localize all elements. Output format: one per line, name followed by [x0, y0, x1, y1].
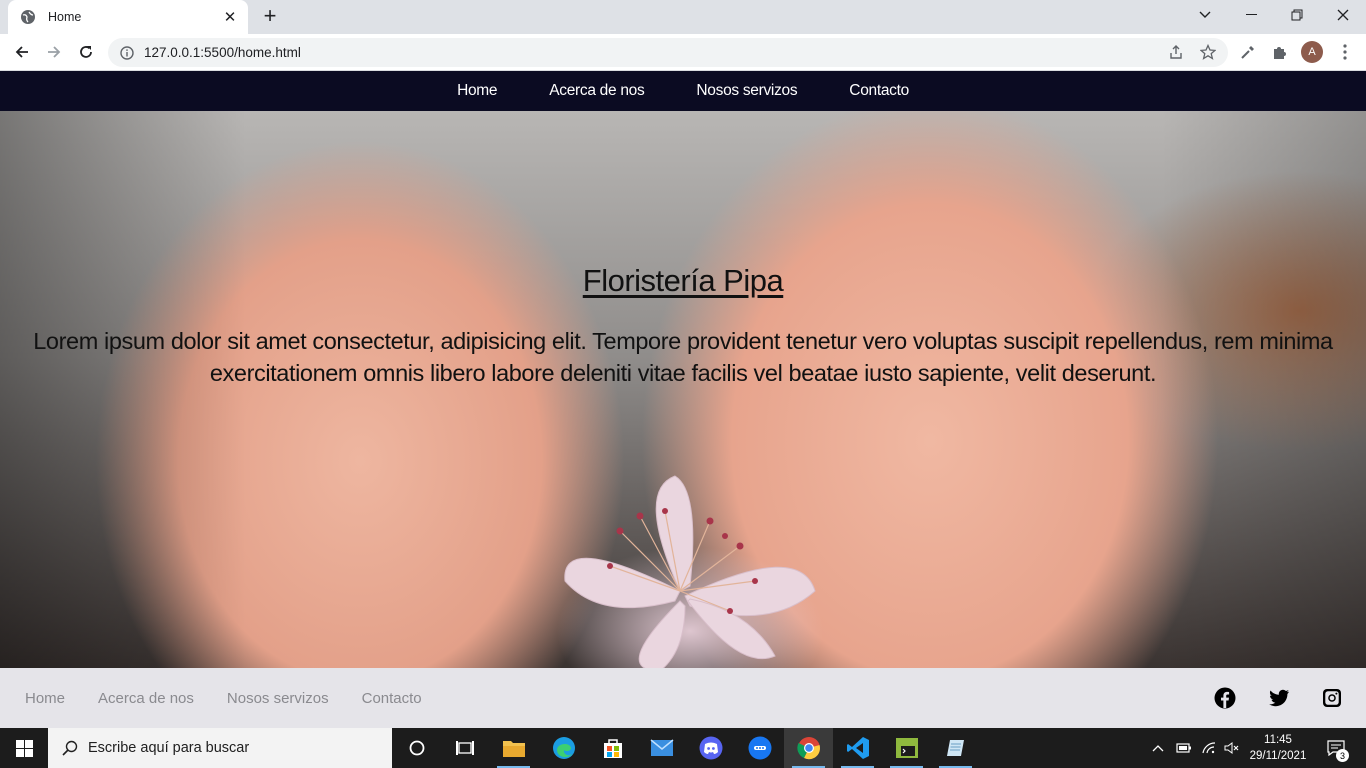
restore-icon	[1291, 9, 1303, 21]
taskbar-clock[interactable]: 11:45 29/11/2021	[1246, 732, 1310, 764]
notification-center-button[interactable]: 3	[1316, 728, 1356, 768]
taskbar-messenger[interactable]	[735, 728, 784, 768]
share-button[interactable]	[1164, 40, 1188, 64]
volume-muted-icon[interactable]	[1224, 742, 1240, 754]
globe-icon	[21, 10, 35, 24]
hero-section: Floristería Pipa Lorem ipsum dolor sit a…	[0, 111, 1366, 668]
nav-link-about[interactable]: Acerca de nos	[549, 82, 644, 100]
task-view-icon	[455, 741, 474, 755]
arrow-right-icon	[48, 46, 61, 58]
browser-toolbar: 127.0.0.1:5500/home.html A	[0, 34, 1366, 71]
reload-icon	[80, 46, 92, 58]
minimize-icon	[1245, 14, 1257, 15]
reload-button[interactable]	[74, 40, 98, 64]
cortana-button[interactable]	[392, 728, 441, 768]
footer-link-home[interactable]: Home	[25, 690, 65, 707]
close-icon	[1337, 9, 1349, 21]
search-icon	[62, 740, 78, 756]
taskbar-store[interactable]	[588, 728, 637, 768]
notification-count-badge: 3	[1336, 749, 1349, 762]
share-icon	[1170, 45, 1182, 59]
instagram-icon[interactable]	[1321, 687, 1343, 709]
taskbar-discord[interactable]	[686, 728, 735, 768]
web-page: Home Acerca de nos Nosos servizos Contac…	[0, 71, 1366, 728]
close-tab-icon[interactable]: ✕	[222, 8, 238, 26]
flower-image	[564, 475, 816, 668]
nav-link-home[interactable]: Home	[457, 82, 497, 100]
extensions-button[interactable]	[1268, 40, 1292, 64]
cortana-circle-icon	[409, 740, 424, 756]
twitter-icon[interactable]	[1268, 687, 1290, 709]
vscode-icon	[846, 737, 869, 759]
browser-menu-button[interactable]	[1333, 40, 1357, 64]
taskbar-chrome[interactable]	[784, 728, 833, 768]
star-icon	[1200, 44, 1216, 60]
mail-icon	[650, 739, 673, 756]
minimize-button[interactable]	[1228, 0, 1274, 30]
footer-links: Home Acerca de nos Nosos servizos Contac…	[25, 668, 422, 728]
bookmark-button[interactable]	[1196, 40, 1220, 64]
taskbar-terminal[interactable]	[882, 728, 931, 768]
task-view-button[interactable]	[440, 728, 489, 768]
notepad-icon	[946, 740, 964, 756]
taskbar-notepad[interactable]	[931, 728, 980, 768]
address-bar[interactable]: 127.0.0.1:5500/home.html	[108, 38, 1228, 67]
taskbar-edge[interactable]	[539, 728, 588, 768]
forward-button[interactable]	[42, 40, 66, 64]
windows-taskbar: Escribe aquí para buscar 11:45 29/11/202…	[0, 728, 1366, 768]
url-text: 127.0.0.1:5500/home.html	[144, 45, 301, 60]
back-button[interactable]	[10, 40, 34, 64]
store-icon	[603, 739, 622, 758]
taskbar-search[interactable]: Escribe aquí para buscar	[48, 728, 392, 768]
restore-button[interactable]	[1274, 0, 1320, 30]
footer-link-contact[interactable]: Contacto	[362, 690, 422, 707]
windows-logo-icon	[15, 739, 33, 757]
close-window-button[interactable]	[1320, 0, 1366, 30]
folder-icon	[502, 741, 525, 757]
wifi-icon[interactable]	[1202, 742, 1216, 754]
taskbar-vscode[interactable]	[833, 728, 882, 768]
info-icon[interactable]	[120, 45, 134, 60]
tab-search-button[interactable]	[1182, 0, 1228, 30]
start-button[interactable]	[0, 728, 48, 768]
messenger-icon	[748, 736, 771, 760]
top-navigation: Home Acerca de nos Nosos servizos Contac…	[0, 71, 1366, 111]
more-vert-icon	[1343, 44, 1347, 60]
new-tab-button[interactable]: +	[258, 5, 282, 29]
search-placeholder: Escribe aquí para buscar	[88, 740, 250, 756]
hero-title: Floristería Pipa	[582, 263, 784, 298]
battery-icon[interactable]	[1176, 742, 1192, 754]
chrome-icon	[796, 737, 820, 760]
profile-avatar[interactable]: A	[1301, 41, 1323, 63]
taskbar-mail[interactable]	[637, 728, 686, 768]
puzzle-icon	[1274, 47, 1286, 59]
system-tray	[1152, 728, 1240, 768]
chevron-up-icon[interactable]	[1152, 744, 1164, 752]
facebook-icon[interactable]	[1214, 687, 1236, 709]
hero-description: Lorem ipsum dolor sit amet consectetur, …	[33, 328, 1333, 386]
footer-link-about[interactable]: Acerca de nos	[98, 690, 194, 707]
edge-icon	[552, 737, 575, 759]
clock-time: 11:45	[1264, 734, 1292, 746]
taskbar-file-explorer[interactable]	[489, 728, 538, 768]
tab-title: Home	[48, 10, 82, 24]
nav-link-contact[interactable]: Contacto	[849, 82, 909, 100]
footer-link-services[interactable]: Nosos servizos	[227, 690, 329, 707]
page-footer: Home Acerca de nos Nosos servizos Contac…	[0, 668, 1366, 728]
chevron-down-icon	[1199, 11, 1211, 18]
nav-link-services[interactable]: Nosos servizos	[696, 82, 797, 100]
eyedropper-icon	[1241, 46, 1254, 59]
clock-date: 29/11/2021	[1249, 750, 1307, 762]
browser-tabstrip: Home ✕ +	[0, 0, 1366, 34]
terminal-icon	[895, 738, 918, 758]
discord-icon	[699, 736, 722, 760]
hero-content: Floristería Pipa Lorem ipsum dolor sit a…	[0, 263, 1366, 389]
arrow-left-icon	[15, 46, 28, 58]
browser-tab[interactable]: Home ✕	[8, 0, 248, 34]
eyedropper-button[interactable]	[1236, 40, 1260, 64]
